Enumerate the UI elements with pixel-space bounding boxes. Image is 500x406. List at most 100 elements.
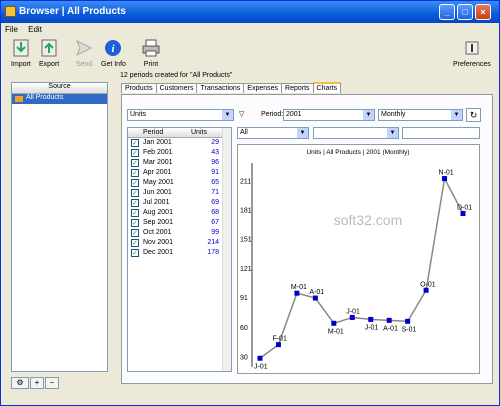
data-point[interactable]	[312, 295, 318, 301]
checkbox[interactable]: ✓	[131, 179, 139, 187]
list-item[interactable]: ✓ Sep 2001 67	[128, 218, 231, 228]
source-list[interactable]: Source All Products	[11, 82, 108, 372]
send-icon	[76, 39, 93, 57]
tab-transactions[interactable]: Transactions	[196, 83, 245, 93]
list-item[interactable]: ✓ Nov 2001 214	[128, 238, 231, 248]
checkbox[interactable]: ✓	[131, 139, 139, 147]
period-cell: Mar 2001	[143, 159, 173, 166]
data-point[interactable]	[331, 320, 337, 326]
data-point[interactable]	[423, 287, 429, 293]
chevron-down-icon: ▼	[387, 128, 398, 138]
export-label: Export	[39, 61, 60, 68]
list-item[interactable]: ✓ May 2001 65	[128, 178, 231, 188]
add-button[interactable]: +	[30, 377, 44, 389]
list-item[interactable]: ✓ Jul 2001 69	[128, 198, 231, 208]
filter-value-input[interactable]	[402, 127, 480, 139]
data-point[interactable]	[368, 316, 374, 322]
close-button[interactable]: ×	[475, 4, 491, 20]
tab-products[interactable]: Products	[121, 83, 157, 93]
y-tick-label: 30	[240, 354, 248, 361]
units-cell: 67	[211, 219, 219, 226]
get-info-button[interactable]: i Get Info	[101, 39, 126, 68]
list-item[interactable]: ✓ Feb 2001 43	[128, 148, 231, 158]
source-item-all-products[interactable]: All Products	[12, 94, 107, 104]
filter-toggle-icon[interactable]: ▽	[239, 110, 244, 118]
send-button[interactable]: Send	[75, 39, 93, 68]
data-point[interactable]	[442, 176, 448, 182]
data-point[interactable]	[275, 342, 281, 348]
periods-info: 12 periods created for "All Products"	[120, 72, 233, 79]
col-units[interactable]: Units	[191, 129, 207, 136]
filter-value: All	[240, 129, 248, 136]
filter-field-select[interactable]: ▼	[313, 127, 399, 139]
checkbox[interactable]: ✓	[131, 239, 139, 247]
preferences-icon	[465, 41, 479, 55]
interval-select[interactable]: Monthly ▼	[378, 109, 463, 121]
checkbox[interactable]: ✓	[131, 169, 139, 177]
list-item[interactable]: ✓ Oct 2001 99	[128, 228, 231, 238]
checkbox[interactable]: ✓	[131, 199, 139, 207]
col-period[interactable]: Period	[143, 129, 163, 136]
export-icon	[41, 39, 57, 57]
minimize-button[interactable]: _	[439, 4, 455, 20]
filter-select[interactable]: All ▼	[237, 127, 309, 139]
period-value: 2001	[286, 111, 302, 118]
tab-customers[interactable]: Customers	[155, 83, 198, 93]
refresh-button[interactable]: ↻	[466, 108, 481, 122]
list-item[interactable]: ✓ Aug 2001 68	[128, 208, 231, 218]
remove-button[interactable]: −	[45, 377, 59, 389]
data-point[interactable]	[349, 314, 355, 320]
preferences-button[interactable]: Preferences	[453, 39, 491, 68]
title-bar[interactable]: Browser | All Products _ □ ×	[1, 1, 499, 23]
units-cell: 71	[211, 189, 219, 196]
checkbox[interactable]: ✓	[131, 229, 139, 237]
tab-charts[interactable]: Charts	[312, 82, 342, 93]
tab-reports[interactable]: Reports	[281, 83, 314, 93]
measure-select[interactable]: Units ▼	[127, 109, 234, 121]
list-header: Period Units	[128, 128, 231, 138]
list-item[interactable]: ✓ Apr 2001 91	[128, 168, 231, 178]
list-item[interactable]: ✓ Jan 2001 29	[128, 138, 231, 148]
send-label: Send	[75, 61, 93, 68]
source-header: Source	[12, 83, 107, 94]
import-button[interactable]: Import	[11, 39, 31, 68]
data-point[interactable]	[460, 211, 466, 217]
maximize-button[interactable]: □	[457, 4, 473, 20]
checkbox[interactable]: ✓	[131, 159, 139, 167]
period-cell: Dec 2001	[143, 249, 173, 256]
checkbox[interactable]: ✓	[131, 189, 139, 197]
period-list[interactable]: Period Units ✓ Jan 2001 29 ✓ Feb 2001 43 ✓ Mar …	[127, 127, 232, 372]
app-icon	[5, 6, 16, 17]
point-label: N-01	[439, 170, 454, 177]
checkbox[interactable]: ✓	[131, 149, 139, 157]
gear-menu-button[interactable]: ⚙	[11, 377, 29, 389]
period-cell: May 2001	[143, 179, 174, 186]
data-point[interactable]	[257, 355, 263, 361]
menu-edit[interactable]: Edit	[24, 23, 46, 36]
tab-expenses[interactable]: Expenses	[243, 83, 283, 93]
point-label: J-01	[254, 363, 268, 370]
list-item[interactable]: ✓ Mar 2001 96	[128, 158, 231, 168]
menu-file[interactable]: File	[1, 23, 22, 36]
export-button[interactable]: Export	[39, 39, 59, 68]
checkbox[interactable]: ✓	[131, 219, 139, 227]
period-cell: Apr 2001	[143, 169, 172, 176]
checkbox[interactable]: ✓	[131, 249, 139, 257]
units-cell: 91	[211, 169, 219, 176]
list-item[interactable]: ✓ Jun 2001 71	[128, 188, 231, 198]
y-tick-label: 121	[240, 266, 252, 273]
print-button[interactable]: Print	[142, 39, 160, 68]
checkbox[interactable]: ✓	[131, 209, 139, 217]
tab-bar: Products Customers Transactions Expenses Rep…	[121, 82, 342, 94]
chevron-down-icon: ▼	[451, 110, 462, 120]
list-item[interactable]: ✓ Dec 2001 178	[128, 248, 231, 258]
y-tick-label: 60	[240, 325, 248, 332]
point-label: M-01	[291, 284, 307, 291]
data-point[interactable]	[405, 318, 411, 324]
data-point[interactable]	[386, 317, 392, 323]
period-cell: Sep 2001	[143, 219, 173, 226]
period-select[interactable]: 2001 ▼	[283, 109, 375, 121]
data-point[interactable]	[294, 290, 300, 296]
list-scrollbar[interactable]	[222, 128, 231, 371]
chart-area: Units | All Products | 2001 (Monthly) so…	[237, 144, 480, 374]
